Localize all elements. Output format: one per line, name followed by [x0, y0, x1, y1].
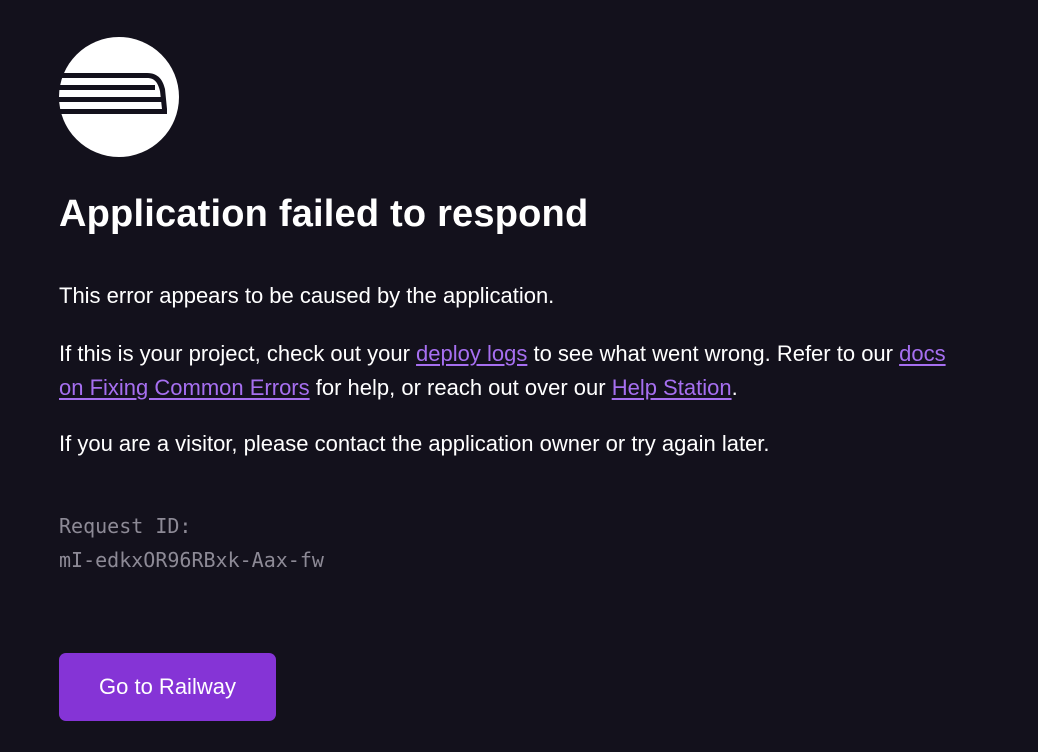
go-to-railway-button[interactable]: Go to Railway	[59, 653, 276, 721]
help-text-part: If this is your project, check out your	[59, 341, 417, 366]
help-station-link[interactable]: Help Station	[612, 375, 732, 400]
deploy-logs-link[interactable]: deploy logs	[416, 341, 527, 366]
error-cause-text: This error appears to be caused by the a…	[59, 283, 555, 308]
request-id-value: mI-edkxOR96RBxk-Aax-fw	[59, 548, 324, 572]
help-text-part: for help, or reach out over our	[309, 375, 612, 400]
railway-logo-icon	[59, 37, 179, 157]
visitor-text: If you are a visitor, please contact the…	[59, 431, 770, 456]
help-text-part: to see what went wrong. Refer to our	[527, 341, 900, 366]
project-help-text: If this is your project, check out your …	[59, 337, 959, 405]
request-id-label: Request ID:	[59, 514, 192, 538]
request-id-block: Request ID: mI-edkxOR96RBxk-Aax-fw	[59, 509, 324, 577]
help-text-part: .	[731, 375, 738, 400]
page-title: Application failed to respond	[59, 193, 589, 235]
error-page: Application failed to respond This error…	[0, 0, 1038, 752]
